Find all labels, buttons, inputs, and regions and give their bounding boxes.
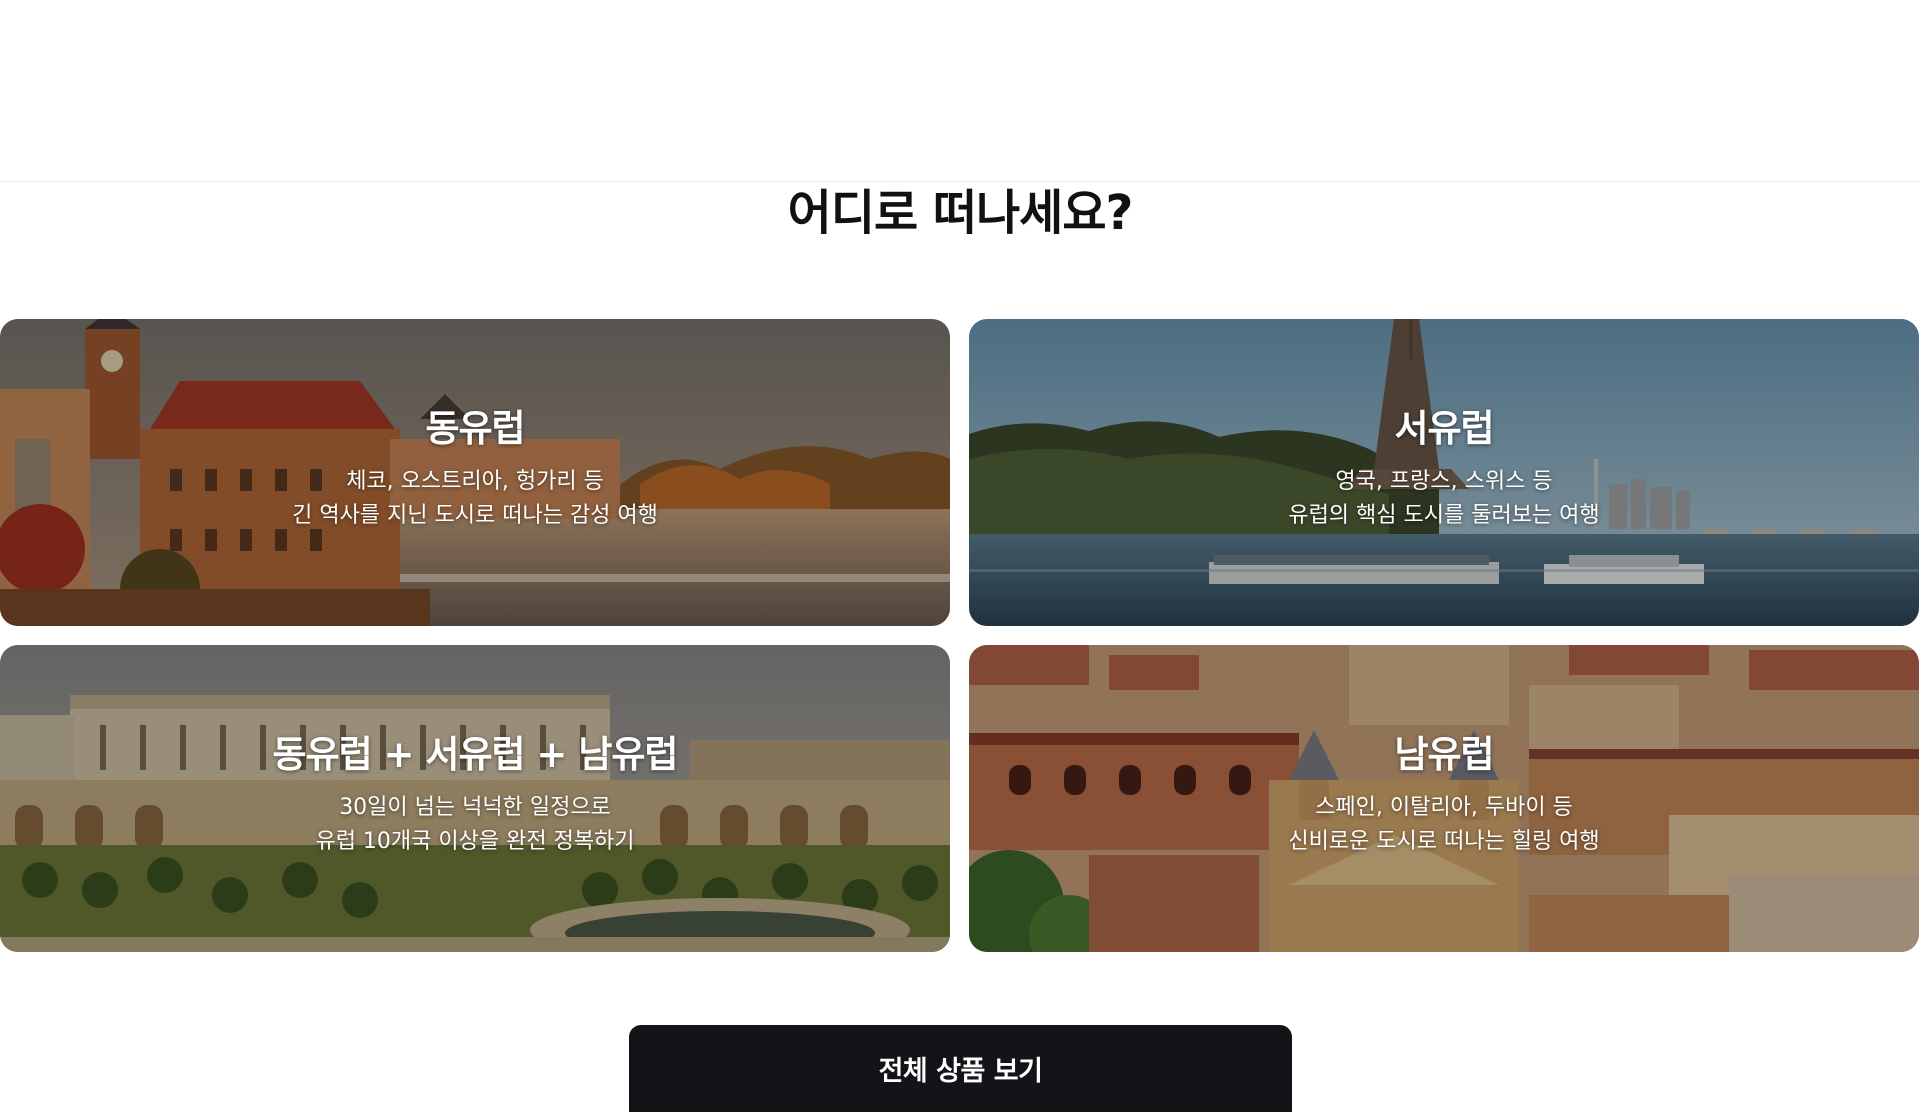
destination-card-east-europe[interactable]: 동유럽 체코, 오스트리아, 헝가리 등 긴 역사를 지닌 도시로 떠나는 감성…	[0, 319, 950, 626]
card-description-line-1: 30일이 넘는 넉넉한 일정으로	[339, 795, 611, 820]
card-title: 남유럽	[1394, 733, 1494, 776]
top-header	[0, 0, 1920, 182]
card-description-line-2: 긴 역사를 지닌 도시로 떠나는 감성 여행	[292, 503, 658, 528]
destination-card-west-europe[interactable]: 서유럽 영국, 프랑스, 스위스 등 유럽의 핵심 도시를 둘러보는 여행	[969, 319, 1919, 626]
page: 어디로 떠나세요? 동유럽 체코, 오스트리아, 헝가리 등 긴 역사를 지닌 …	[0, 0, 1920, 1112]
card-title: 동유럽	[425, 407, 525, 450]
card-description-line-1: 체코, 오스트리아, 헝가리 등	[346, 469, 604, 494]
card-description-line-1: 영국, 프랑스, 스위스 등	[1335, 469, 1553, 494]
card-description-line-1: 스페인, 이탈리아, 두바이 등	[1315, 795, 1573, 820]
card-title: 동유럽 + 서유럽 + 남유럽	[272, 733, 679, 776]
card-description-line-2: 유럽의 핵심 도시를 둘러보는 여행	[1288, 503, 1600, 528]
card-text: 서유럽 영국, 프랑스, 스위스 등 유럽의 핵심 도시를 둘러보는 여행	[969, 405, 1919, 533]
card-title: 서유럽	[1394, 407, 1494, 450]
view-all-products-button[interactable]: 전체 상품 보기	[629, 1025, 1292, 1112]
card-text: 남유럽 스페인, 이탈리아, 두바이 등 신비로운 도시로 떠나는 힐링 여행	[969, 731, 1919, 859]
card-description-line-2: 유럽 10개국 이상을 완전 정복하기	[315, 829, 635, 854]
card-text: 동유럽 + 서유럽 + 남유럽 30일이 넘는 넉넉한 일정으로 유럽 10개국…	[0, 731, 950, 859]
card-description-line-2: 신비로운 도시로 떠나는 힐링 여행	[1288, 829, 1600, 854]
destination-card-all-europe[interactable]: 동유럽 + 서유럽 + 남유럽 30일이 넘는 넉넉한 일정으로 유럽 10개국…	[0, 645, 950, 952]
card-text: 동유럽 체코, 오스트리아, 헝가리 등 긴 역사를 지닌 도시로 떠나는 감성…	[0, 405, 950, 533]
destination-card-south-europe[interactable]: 남유럽 스페인, 이탈리아, 두바이 등 신비로운 도시로 떠나는 힐링 여행	[969, 645, 1919, 952]
section-title: 어디로 떠나세요?	[787, 185, 1134, 241]
